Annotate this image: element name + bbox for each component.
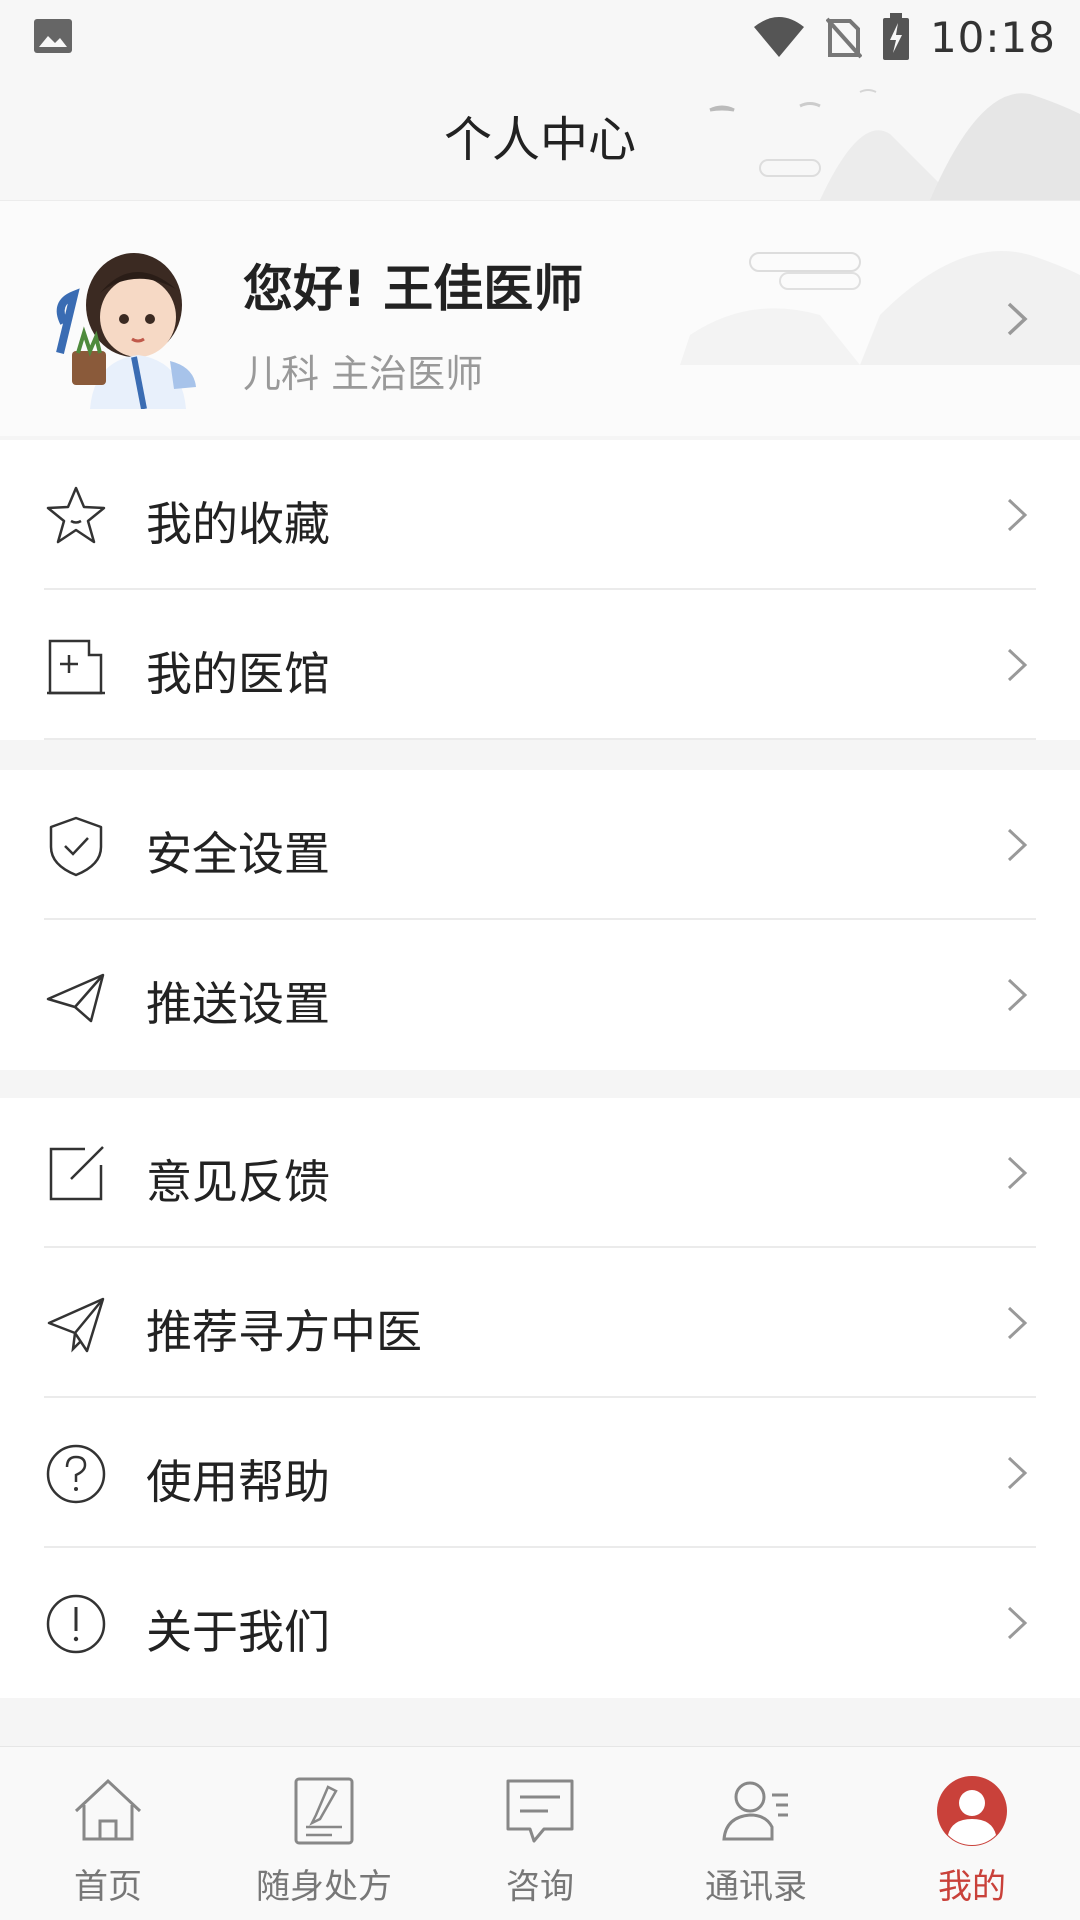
menu-item-feedback[interactable]: 意见反馈 (0, 1098, 1080, 1248)
tab-label: 我的 (938, 1867, 1006, 1907)
menu-item-help[interactable]: 使用帮助 (0, 1398, 1080, 1548)
profile-department-title: 儿科 主治医师 (243, 352, 484, 396)
tab-consult[interactable]: 咨询 (432, 1747, 648, 1920)
clinic-icon (47, 639, 105, 695)
divider (44, 738, 1036, 740)
menu-item-about[interactable]: 关于我们 (0, 1548, 1080, 1698)
star-icon (46, 486, 106, 544)
home-icon (74, 1778, 142, 1841)
send-icon (46, 973, 105, 1023)
menu-item-my-clinic[interactable]: 我的医馆 (0, 590, 1080, 740)
chevron-right-icon (1007, 828, 1028, 862)
chevron-right-icon (1007, 1456, 1028, 1490)
wifi-icon (753, 17, 804, 57)
image-icon (34, 19, 72, 53)
chevron-right-icon (1007, 1156, 1028, 1190)
menu-item-label: 推荐寻方中医 (146, 1305, 422, 1359)
profile-card[interactable]: 您好! 王佳医师 儿科 主治医师 (0, 200, 1080, 436)
tab-label: 首页 (74, 1867, 142, 1907)
status-bar: 10:18 (0, 0, 1080, 74)
chevron-right-icon (1007, 1306, 1028, 1340)
bottom-tab-bar: 首页 随身处方 咨询 通讯录 我的 (0, 1746, 1080, 1920)
chevron-right-icon (1007, 302, 1028, 336)
shield-check-icon (49, 816, 103, 877)
menu-item-label: 安全设置 (146, 827, 330, 881)
tab-label: 随身处方 (256, 1867, 392, 1907)
chevron-right-icon (1007, 1606, 1028, 1640)
tab-prescription[interactable]: 随身处方 (216, 1747, 432, 1920)
menu-item-label: 意见反馈 (146, 1155, 330, 1209)
page-title: 个人中心 (443, 112, 636, 168)
tab-contacts[interactable]: 通讯录 (648, 1747, 864, 1920)
no-sim-icon (825, 17, 862, 59)
edit-icon (49, 1146, 104, 1201)
menu-group-1: 我的收藏 我的医馆 (0, 440, 1080, 740)
tab-mine[interactable]: 我的 (864, 1747, 1080, 1920)
battery-charging-icon (882, 13, 909, 60)
menu-item-label: 我的医馆 (146, 647, 330, 701)
menu-item-recommend[interactable]: 推荐寻方中医 (0, 1248, 1080, 1398)
prescription-icon (294, 1777, 354, 1845)
menu-item-label: 我的收藏 (146, 497, 330, 551)
page-header: 个人中心 (0, 74, 1080, 200)
menu-group-3: 意见反馈 推荐寻方中医 使用帮助 关于我们 (0, 1098, 1080, 1698)
info-icon (46, 1594, 106, 1654)
tab-label: 咨询 (506, 1867, 574, 1907)
profile-greeting: 您好! 王佳医师 (243, 260, 584, 318)
avatar (56, 253, 196, 409)
chevron-right-icon (1007, 978, 1028, 1012)
paper-plane-icon (47, 1297, 105, 1353)
landscape-decoration-lower (680, 251, 1080, 365)
tab-home[interactable]: 首页 (0, 1747, 216, 1920)
menu-item-label: 推送设置 (146, 977, 330, 1031)
menu-item-label: 关于我们 (146, 1605, 330, 1659)
contacts-icon (722, 1781, 788, 1841)
tab-label: 通讯录 (705, 1867, 807, 1907)
user-icon (937, 1776, 1007, 1846)
menu-group-2: 安全设置 推送设置 (0, 770, 1080, 1070)
chevron-right-icon (1007, 498, 1028, 532)
chevron-right-icon (1007, 648, 1028, 682)
menu-item-label: 使用帮助 (146, 1455, 330, 1509)
menu-item-security-settings[interactable]: 安全设置 (0, 770, 1080, 920)
menu-item-favorites[interactable]: 我的收藏 (0, 440, 1080, 590)
question-icon (46, 1444, 106, 1504)
status-time: 10:18 (929, 12, 1056, 62)
chat-icon (506, 1779, 574, 1843)
menu-item-push-settings[interactable]: 推送设置 (0, 920, 1080, 1070)
